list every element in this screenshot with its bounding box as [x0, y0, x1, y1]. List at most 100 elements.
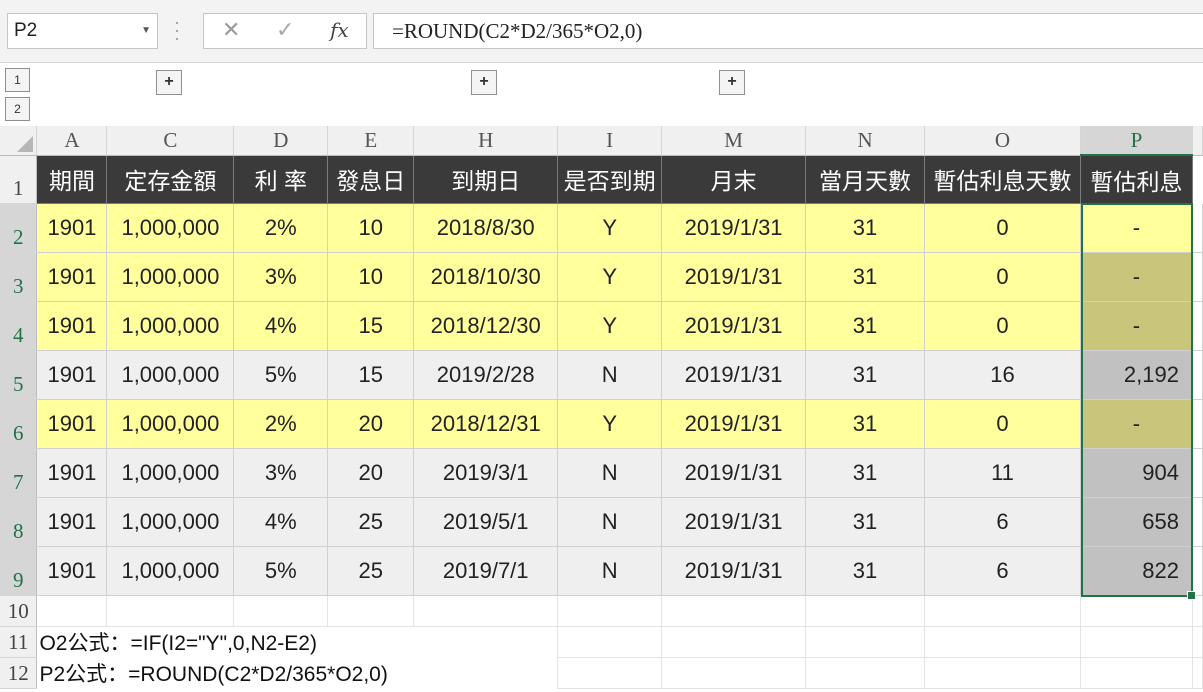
select-all-button[interactable] — [0, 126, 38, 156]
cell[interactable]: 0 — [924, 399, 1081, 449]
cell[interactable]: 0 — [924, 252, 1081, 302]
cell[interactable]: 2018/12/30 — [413, 301, 559, 351]
overflow-cell[interactable] — [1192, 350, 1203, 400]
overflow-cell[interactable] — [1192, 546, 1203, 596]
cell[interactable]: 2% — [233, 399, 329, 449]
cell[interactable]: N — [557, 350, 663, 400]
name-box[interactable]: P2 ▼ — [7, 13, 158, 49]
cell[interactable]: 31 — [805, 399, 926, 449]
cell[interactable] — [106, 595, 235, 627]
cell[interactable]: 2018/12/31 — [413, 399, 559, 449]
cell[interactable] — [661, 595, 807, 627]
cell[interactable]: 1,000,000 — [106, 350, 235, 400]
header-cell[interactable]: 期間 — [36, 155, 108, 204]
cell[interactable]: 31 — [805, 497, 926, 547]
cell[interactable]: 4% — [233, 301, 329, 351]
cell[interactable]: Y — [557, 252, 663, 302]
cell[interactable]: 15 — [327, 350, 415, 400]
cell[interactable] — [233, 595, 329, 627]
cell[interactable]: 3% — [233, 448, 329, 498]
cell[interactable]: 1,000,000 — [106, 203, 235, 253]
outline-level-2-button[interactable]: 2 — [5, 97, 30, 121]
cell[interactable]: 16 — [924, 350, 1081, 400]
cell[interactable]: 1,000,000 — [106, 497, 235, 547]
header-cell[interactable]: 月末 — [661, 155, 807, 204]
cell[interactable] — [1192, 657, 1203, 689]
row-header[interactable]: 11 — [0, 626, 38, 658]
row-header[interactable]: 10 — [0, 595, 38, 627]
cell[interactable] — [1192, 595, 1203, 627]
cell[interactable]: 2018/10/30 — [413, 252, 559, 302]
row-header[interactable]: 8 — [0, 497, 38, 547]
column-header-e[interactable]: E — [327, 126, 415, 156]
cell[interactable]: 2019/7/1 — [413, 546, 559, 596]
cell[interactable] — [1080, 657, 1193, 689]
active-cell[interactable]: - — [1080, 203, 1193, 253]
column-header-d[interactable]: D — [233, 126, 329, 156]
cell[interactable]: 0 — [924, 301, 1081, 351]
cell[interactable]: 11 — [924, 448, 1081, 498]
column-header-a[interactable]: A — [36, 126, 108, 156]
row-header[interactable]: 1 — [0, 155, 38, 204]
overflow-cell[interactable] — [1192, 399, 1203, 449]
cell[interactable]: 2019/1/31 — [661, 448, 807, 498]
cell[interactable] — [661, 657, 807, 689]
cell[interactable]: 1,000,000 — [106, 301, 235, 351]
cancel-icon[interactable]: ✕ — [222, 17, 240, 43]
cell[interactable]: 25 — [327, 546, 415, 596]
cell[interactable] — [924, 626, 1081, 658]
cell[interactable]: 1901 — [36, 448, 108, 498]
column-header-i[interactable]: I — [557, 126, 663, 156]
cell[interactable]: 1901 — [36, 350, 108, 400]
cell[interactable] — [924, 595, 1081, 627]
row-header[interactable]: 9 — [0, 546, 38, 596]
header-cell[interactable]: 當月天數 — [805, 155, 926, 204]
cell[interactable]: 20 — [327, 399, 415, 449]
cell[interactable]: 2019/2/28 — [413, 350, 559, 400]
cell[interactable]: 2019/1/31 — [661, 546, 807, 596]
cell[interactable] — [924, 657, 1081, 689]
cell[interactable]: 2019/1/31 — [661, 350, 807, 400]
cell[interactable] — [661, 626, 807, 658]
cell[interactable] — [557, 595, 663, 627]
cell[interactable]: 3% — [233, 252, 329, 302]
cell[interactable] — [557, 657, 663, 689]
expand-group-button[interactable]: + — [719, 70, 745, 95]
overflow-cell[interactable] — [1192, 448, 1203, 498]
formula-input[interactable]: =ROUND(C2*D2/365*O2,0) — [373, 13, 1203, 49]
cell[interactable]: 822 — [1080, 546, 1193, 596]
header-cell[interactable]: 暫估利息 — [1080, 155, 1193, 204]
column-header-h[interactable]: H — [413, 126, 559, 156]
column-header-c[interactable]: C — [106, 126, 235, 156]
cell[interactable]: 2,192 — [1080, 350, 1193, 400]
cell[interactable]: 1,000,000 — [106, 252, 235, 302]
column-header-n[interactable]: N — [805, 126, 926, 156]
header-cell[interactable]: 到期日 — [413, 155, 559, 204]
cell[interactable]: 2018/8/30 — [413, 203, 559, 253]
cell[interactable]: 5% — [233, 350, 329, 400]
cell[interactable]: 6 — [924, 497, 1081, 547]
cell[interactable]: 2% — [233, 203, 329, 253]
row-header[interactable]: 3 — [0, 252, 38, 302]
cell[interactable] — [805, 595, 926, 627]
cell[interactable]: 1901 — [36, 252, 108, 302]
cell[interactable]: - — [1080, 399, 1193, 449]
header-cell[interactable]: 發息日 — [327, 155, 415, 204]
column-header-m[interactable]: M — [661, 126, 807, 156]
cell[interactable]: 2019/1/31 — [661, 252, 807, 302]
cell[interactable] — [557, 626, 663, 658]
cell[interactable] — [1080, 626, 1193, 658]
cell[interactable]: 2019/1/31 — [661, 203, 807, 253]
cell[interactable]: 31 — [805, 203, 926, 253]
cell[interactable]: Y — [557, 203, 663, 253]
chevron-down-icon[interactable]: ▼ — [141, 14, 151, 48]
row-header[interactable]: 12 — [0, 657, 38, 689]
cell[interactable]: Y — [557, 399, 663, 449]
header-cell[interactable]: 是否到期 — [557, 155, 663, 204]
cell[interactable]: 1901 — [36, 301, 108, 351]
cell[interactable]: 31 — [805, 448, 926, 498]
cell[interactable]: 904 — [1080, 448, 1193, 498]
cell[interactable]: 1901 — [36, 546, 108, 596]
cell[interactable] — [805, 626, 926, 658]
row-header[interactable]: 4 — [0, 301, 38, 351]
